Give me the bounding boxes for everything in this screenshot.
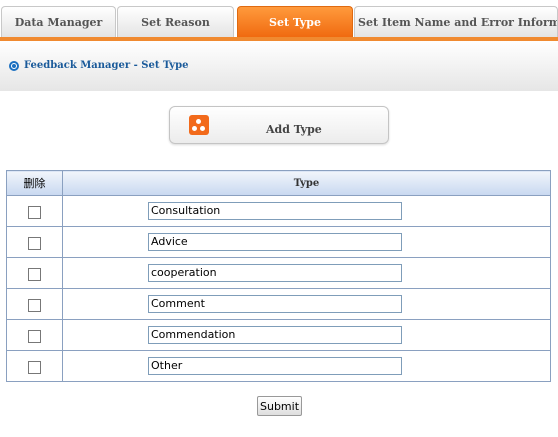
type-input[interactable]: Comment [148,295,402,313]
bullet-icon [9,61,19,71]
table-row: Commendation [6,319,551,351]
submit-button[interactable]: Submit [257,396,302,416]
type-input[interactable]: Other [148,357,402,375]
delete-checkbox[interactable] [28,298,41,312]
tab-set-type[interactable]: Set Type [237,6,353,37]
table-row: Comment [6,288,551,320]
table-row: Other [6,350,551,382]
table-row: Advice [6,226,551,258]
add-type-icon [189,115,209,135]
table-row: cooperation [6,257,551,289]
add-type-button[interactable]: Add Type [169,106,389,144]
type-table: 删除 Type Consultation Advice cooperation … [6,170,551,382]
tab-bar: Data Manager Set Reason Set Type Set Ite… [0,0,558,41]
type-cell: Advice [62,226,551,258]
tab-data-manager[interactable]: Data Manager [1,6,116,37]
type-cell: Comment [62,288,551,320]
delete-column-header: 删除 [6,170,63,196]
table-row: Consultation [6,195,551,227]
delete-cell [6,226,63,258]
tab-set-reason[interactable]: Set Reason [117,6,234,37]
delete-cell [6,350,63,382]
delete-checkbox[interactable] [28,329,41,343]
type-input[interactable]: Advice [148,233,402,251]
breadcrumb: Feedback Manager - Set Type [24,60,189,71]
delete-checkbox[interactable] [28,236,41,250]
type-input[interactable]: Consultation [148,202,402,220]
type-cell: Consultation [62,195,551,227]
type-input[interactable]: cooperation [148,264,402,282]
delete-checkbox[interactable] [28,205,41,219]
type-cell: cooperation [62,257,551,289]
delete-cell [6,319,63,351]
delete-cell [6,288,63,320]
delete-cell [6,195,63,227]
type-cell: Commendation [62,319,551,351]
delete-cell [6,257,63,289]
tab-set-item-name[interactable]: Set Item Name and Error Information [354,6,558,37]
add-type-label: Add Type [266,123,322,136]
type-input[interactable]: Commendation [148,326,402,344]
type-cell: Other [62,350,551,382]
type-column-header: Type [62,170,551,196]
table-header-row: 删除 Type [6,170,551,196]
delete-checkbox[interactable] [28,360,41,374]
delete-checkbox[interactable] [28,267,41,281]
